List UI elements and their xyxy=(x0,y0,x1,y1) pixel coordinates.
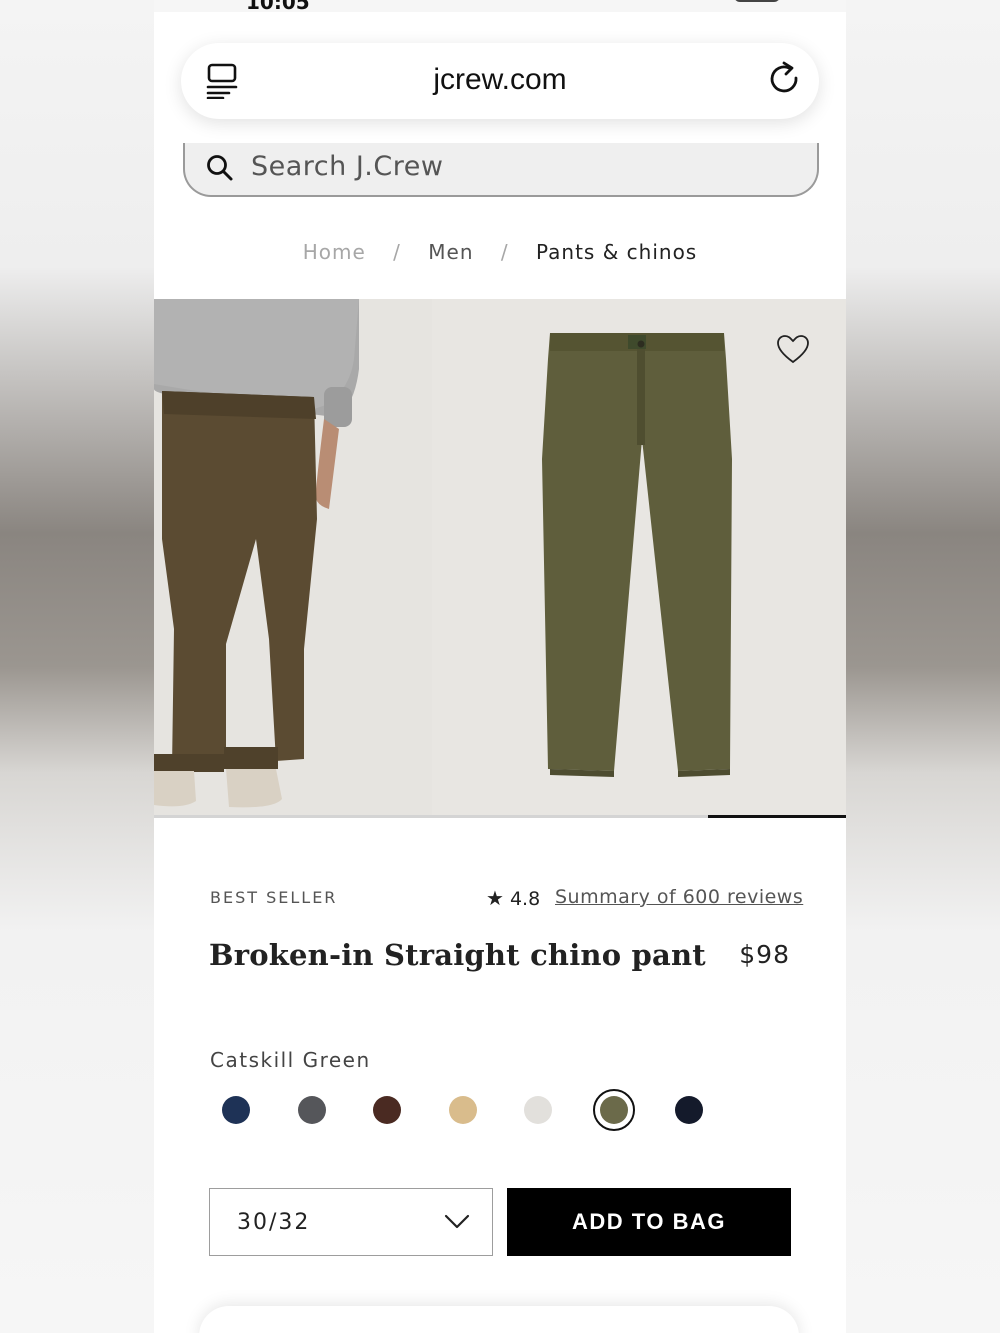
star-icon: ★ xyxy=(486,886,504,910)
rating-value: 4.8 xyxy=(509,888,541,910)
breadcrumb-men[interactable]: Men xyxy=(428,240,473,264)
color-swatch[interactable] xyxy=(599,1096,628,1124)
status-time: 10:05 xyxy=(246,0,310,14)
browser-toolbar xyxy=(199,1306,799,1333)
status-bar: 10:05 xyxy=(154,0,846,14)
address-bar[interactable]: jcrew.com xyxy=(181,43,819,119)
gallery-progress xyxy=(154,815,846,818)
color-swatch[interactable] xyxy=(675,1096,703,1124)
product-title: Broken-in Straight chino pant xyxy=(209,938,706,972)
search-placeholder: Search J.Crew xyxy=(251,151,444,182)
rating: ★ 4.8 xyxy=(486,886,540,910)
breadcrumb-separator: / xyxy=(500,240,509,264)
color-swatch[interactable] xyxy=(373,1096,401,1124)
size-dropdown[interactable]: 30/32 xyxy=(209,1188,493,1256)
url-text[interactable]: jcrew.com xyxy=(181,63,819,97)
breadcrumb: Home / Men / Pants & chinos xyxy=(154,240,846,264)
add-to-bag-button[interactable]: ADD TO BAG xyxy=(507,1188,791,1256)
product-price: $98 xyxy=(739,940,790,969)
battery-icon xyxy=(734,0,780,2)
product-photo-model[interactable] xyxy=(154,299,432,816)
color-swatch[interactable] xyxy=(222,1096,250,1124)
search-icon xyxy=(207,155,233,181)
best-seller-badge: BEST SELLER xyxy=(210,888,338,907)
breadcrumb-home[interactable]: Home xyxy=(303,240,366,264)
product-gallery[interactable] xyxy=(154,299,846,816)
heart-icon[interactable] xyxy=(776,334,810,366)
phone-screen: 10:05 jcrew.com Search J.Crew Home / Men… xyxy=(154,0,846,1333)
color-swatch[interactable] xyxy=(297,1096,326,1124)
product-photo-flat[interactable] xyxy=(432,299,846,816)
size-value: 30/32 xyxy=(237,1210,311,1235)
gallery-progress-fill xyxy=(707,815,846,818)
breadcrumb-separator: / xyxy=(393,240,401,264)
search-input[interactable]: Search J.Crew xyxy=(183,143,819,197)
selected-color-name: Catskill Green xyxy=(210,1048,371,1072)
reviews-link[interactable]: Summary of 600 reviews xyxy=(555,886,803,908)
color-swatch[interactable] xyxy=(524,1096,552,1124)
chevron-down-icon xyxy=(444,1214,470,1229)
color-swatch[interactable] xyxy=(448,1096,477,1124)
reload-icon[interactable] xyxy=(767,61,803,97)
breadcrumb-current: Pants & chinos xyxy=(536,240,698,264)
color-swatches xyxy=(222,1089,782,1132)
